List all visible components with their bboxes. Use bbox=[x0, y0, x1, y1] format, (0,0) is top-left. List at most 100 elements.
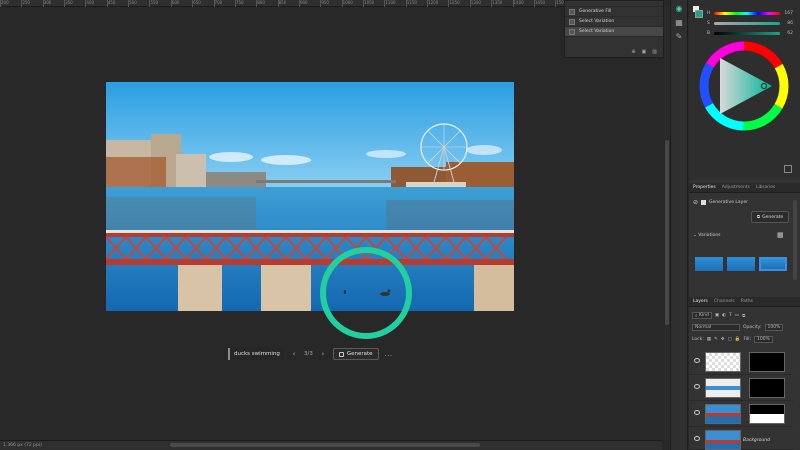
history-item-icon bbox=[569, 18, 575, 25]
properties-generate-label: Generate bbox=[762, 214, 784, 220]
highlight-circle bbox=[320, 247, 412, 339]
saturation-slider[interactable]: S 86 bbox=[707, 20, 793, 26]
properties-generate-button[interactable]: ⧉ Generate bbox=[751, 211, 789, 223]
ruler-tick-label: 1050 bbox=[364, 0, 375, 5]
filter-smart-icon[interactable]: ⧉ bbox=[742, 313, 745, 319]
tab-libraries[interactable]: Libraries bbox=[756, 185, 775, 190]
tab-layers[interactable]: Layers bbox=[693, 299, 708, 304]
previous-variation-icon[interactable]: ‹ bbox=[290, 349, 298, 359]
camera-icon[interactable]: ▣ bbox=[642, 49, 647, 55]
link-icon: ⊘ bbox=[693, 199, 699, 206]
history-item-selected[interactable]: Select Variation bbox=[565, 27, 663, 37]
prompt-input[interactable]: ducks swimming bbox=[228, 348, 284, 360]
trash-icon[interactable]: ▥ bbox=[652, 49, 657, 55]
grid-view-icon[interactable]: ▦ bbox=[777, 231, 785, 239]
history-item-label: Select Variation bbox=[579, 29, 615, 34]
brightness-slider[interactable]: B 62 bbox=[707, 30, 793, 36]
ruler-tick-label: 200 bbox=[1, 0, 9, 5]
layers-panel: ⌕ Kind ▣ ◐ T ▭ ⧉ Normal Opacity: 100% Lo… bbox=[689, 307, 797, 450]
layer-row[interactable] bbox=[689, 349, 793, 375]
panel-icon-strip: ◉ ▦ ✎ bbox=[670, 0, 688, 450]
opacity-label: Opacity: bbox=[743, 325, 762, 330]
tab-paths[interactable]: Paths bbox=[741, 299, 753, 304]
canvas-horizontal-scroll-thumb[interactable] bbox=[170, 443, 480, 447]
lock-paint-icon[interactable]: ✎ bbox=[714, 337, 718, 342]
filter-adjust-icon[interactable]: ◐ bbox=[722, 313, 726, 318]
ruler-tick-label: 900 bbox=[299, 0, 308, 5]
new-snapshot-icon[interactable]: ⊕ bbox=[631, 49, 635, 55]
history-item[interactable]: Select Variation bbox=[565, 17, 663, 27]
visibility-eye-icon[interactable] bbox=[694, 358, 700, 363]
history-item-label: Select Variation bbox=[579, 19, 615, 24]
tab-adjustments[interactable]: Adjustments bbox=[722, 185, 750, 190]
lock-pixels-icon[interactable]: ▦ bbox=[707, 337, 711, 342]
ruler-tick-label: 1200 bbox=[428, 0, 439, 5]
layer-mask-thumbnail bbox=[749, 352, 785, 372]
ruler-tick-label: 1350 bbox=[492, 0, 503, 5]
hue-slider[interactable]: H 167 bbox=[707, 10, 793, 16]
lock-artboard-icon[interactable]: ▢ bbox=[728, 337, 732, 342]
visibility-eye-icon[interactable] bbox=[694, 436, 700, 441]
document-image[interactable] bbox=[106, 82, 514, 311]
opacity-field[interactable]: 100% bbox=[764, 324, 784, 331]
fill-label: Fill: bbox=[743, 337, 752, 342]
layer-type-icon bbox=[701, 200, 707, 205]
layer-thumbnail bbox=[705, 352, 741, 372]
chevron-down-icon: ⌄ bbox=[693, 233, 697, 238]
lock-all-icon[interactable]: 🔒 bbox=[735, 337, 741, 342]
history-footer: ⊕ ▣ ▥ bbox=[565, 47, 663, 57]
ruler-tick-label: 1400 bbox=[513, 0, 524, 5]
tab-properties[interactable]: Properties bbox=[693, 185, 716, 190]
layer-thumbnail bbox=[705, 404, 741, 424]
color-panel-icon[interactable]: ◉ bbox=[674, 4, 684, 14]
hue-value[interactable]: 167 bbox=[783, 11, 793, 16]
layer-row-background[interactable]: Background bbox=[689, 427, 793, 450]
swatches-panel-icon[interactable]: ▦ bbox=[674, 18, 684, 28]
variations-label: Variations bbox=[698, 233, 721, 238]
fill-field[interactable]: 100% bbox=[754, 336, 773, 343]
ruler-tick-label: 450 bbox=[107, 0, 116, 5]
variation-thumbnail[interactable] bbox=[695, 257, 723, 271]
properties-panel: ⊘ Generative Layer ⧉ Generate ⌄ Variatio… bbox=[689, 193, 789, 295]
properties-tabs: Properties Adjustments Libraries bbox=[689, 183, 800, 193]
variations-heading[interactable]: ⌄ Variations bbox=[693, 233, 721, 238]
color-wheel[interactable] bbox=[698, 40, 790, 132]
foreground-color-swatch[interactable] bbox=[695, 10, 703, 18]
contextual-task-bar: ducks swimming ‹ 3/3 › Generate ... bbox=[228, 345, 393, 363]
lock-label: Lock: bbox=[692, 337, 704, 342]
ruler-tick-label: 350 bbox=[65, 0, 73, 5]
blend-mode-select[interactable]: Normal bbox=[692, 324, 740, 331]
filter-shape-icon[interactable]: ▭ bbox=[735, 313, 739, 318]
brightness-value[interactable]: 62 bbox=[783, 31, 793, 36]
kind-filter-select[interactable]: ⌕ Kind bbox=[692, 312, 712, 319]
variation-thumbnail-selected[interactable] bbox=[759, 257, 787, 271]
filter-type-icon[interactable]: T bbox=[729, 313, 732, 318]
document-size-text: 1 366 px (72 ppi) bbox=[3, 443, 42, 448]
ruler-tick-label: 650 bbox=[193, 0, 201, 5]
lock-move-icon[interactable]: ✥ bbox=[721, 337, 725, 342]
saturation-value[interactable]: 86 bbox=[783, 21, 793, 26]
tab-channels[interactable]: Channels bbox=[714, 299, 735, 304]
layer-row[interactable] bbox=[689, 401, 793, 427]
ruler-tick-label: 1150 bbox=[406, 0, 417, 5]
variation-thumbnail[interactable] bbox=[727, 257, 755, 271]
layer-type-label: Generative Layer bbox=[709, 200, 748, 205]
generate-icon bbox=[338, 351, 344, 357]
layer-type-row: ⊘ Generative Layer bbox=[693, 199, 748, 206]
ruler-tick-label: 1250 bbox=[449, 0, 460, 5]
brush-panel-icon[interactable]: ✎ bbox=[674, 32, 684, 42]
variation-counter: 3/3 bbox=[304, 351, 313, 357]
next-variation-icon[interactable]: › bbox=[319, 349, 327, 359]
canvas-vertical-scroll-thumb[interactable] bbox=[665, 140, 669, 325]
more-options-icon[interactable]: ... bbox=[385, 350, 393, 358]
visibility-eye-icon[interactable] bbox=[694, 410, 700, 415]
generate-button[interactable]: Generate bbox=[332, 348, 379, 360]
color-options-icon[interactable] bbox=[784, 165, 792, 173]
history-item[interactable]: Generative Fill bbox=[565, 7, 663, 17]
filter-pixel-icon[interactable]: ▣ bbox=[715, 313, 719, 318]
layer-row[interactable] bbox=[689, 375, 793, 401]
visibility-eye-icon[interactable] bbox=[694, 384, 700, 389]
properties-scrollbar[interactable] bbox=[793, 200, 797, 280]
layer-filter-row: ⌕ Kind ▣ ◐ T ▭ ⧉ bbox=[692, 312, 745, 319]
layers-tabs: Layers Channels Paths bbox=[689, 297, 800, 307]
